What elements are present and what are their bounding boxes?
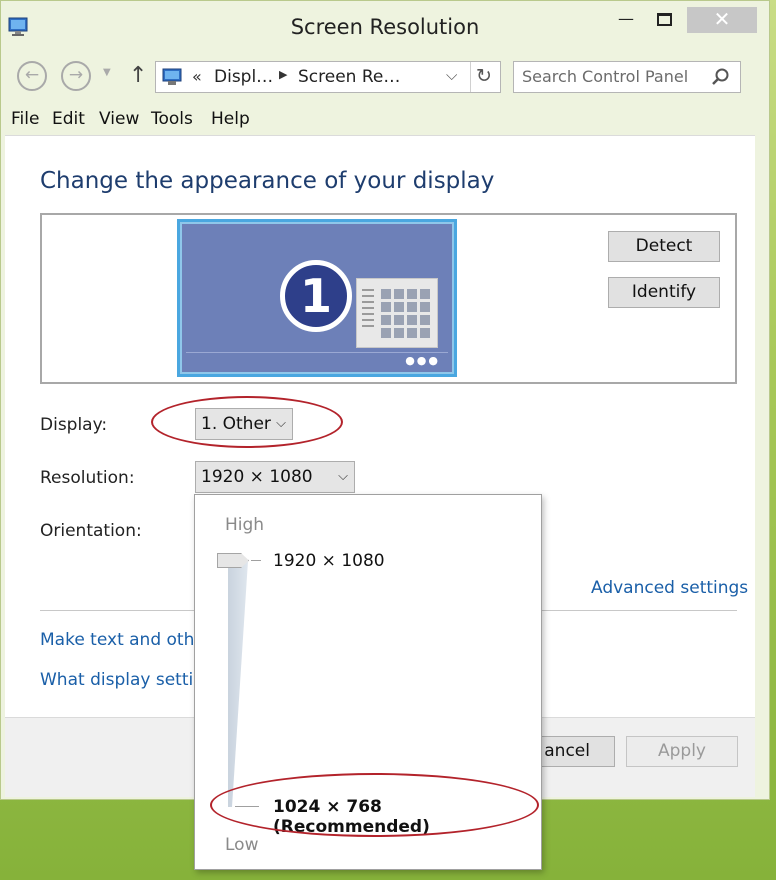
- menu-help[interactable]: Help: [211, 109, 250, 129]
- address-bar[interactable]: « Displ… ▶ Screen Re… ⌵ ↻: [155, 61, 501, 93]
- minimize-icon: —: [618, 9, 634, 28]
- display-settings-help-link[interactable]: What display setting: [40, 670, 215, 690]
- close-icon: ✕: [713, 7, 731, 31]
- resolution-slider-track[interactable]: [228, 561, 248, 807]
- chevron-down-icon: ⌵: [276, 416, 286, 431]
- slider-tick-bottom: [235, 806, 259, 807]
- menu-tools[interactable]: Tools: [151, 109, 193, 129]
- refresh-icon[interactable]: ↻: [476, 65, 492, 87]
- menu-file[interactable]: File: [11, 109, 39, 129]
- menu-bar: File Edit View Tools Help: [1, 105, 769, 135]
- menu-edit[interactable]: Edit: [52, 109, 85, 129]
- breadcrumb-display[interactable]: Displ…: [214, 67, 273, 87]
- address-divider: [470, 62, 471, 92]
- cancel-button-label: ancel: [544, 741, 590, 761]
- search-box[interactable]: [513, 61, 741, 93]
- up-arrow-icon[interactable]: ↑: [129, 63, 147, 88]
- breadcrumb-separator-icon: ▶: [279, 68, 288, 81]
- slider-high-label: High: [225, 515, 265, 535]
- display-select[interactable]: 1. Other ⌵: [195, 408, 293, 440]
- identify-button[interactable]: Identify: [608, 277, 720, 308]
- forward-icon: →: [68, 65, 84, 85]
- display-label: Display:: [40, 415, 108, 435]
- app-window-icon: [356, 278, 438, 348]
- breadcrumb-overflow[interactable]: «: [192, 67, 202, 86]
- slider-low-label: Low: [225, 835, 259, 855]
- title-bar: Screen Resolution — ✕: [1, 1, 769, 53]
- page-title: Change the appearance of your display: [40, 168, 495, 194]
- breadcrumb-screen-resolution[interactable]: Screen Re…: [298, 67, 400, 87]
- chevron-down-icon: ⌵: [338, 469, 348, 484]
- apply-button[interactable]: Apply: [626, 736, 738, 767]
- resolution-dropdown-popup: High 1920 × 1080 1024 × 768 (Recommended…: [194, 494, 542, 870]
- advanced-settings-link[interactable]: Advanced settings: [591, 578, 748, 598]
- maximize-button[interactable]: [649, 7, 679, 33]
- text-size-link[interactable]: Make text and othe: [40, 630, 205, 650]
- monitor-preview[interactable]: 1 ●●●: [177, 219, 457, 377]
- recent-locations-chevron-icon[interactable]: ▼: [103, 67, 111, 78]
- back-button[interactable]: ←: [17, 61, 47, 91]
- control-panel-icon: [162, 68, 182, 85]
- resolution-option-recommended[interactable]: 1024 × 768 (Recommended): [273, 797, 541, 837]
- orientation-label: Orientation:: [40, 521, 142, 541]
- monitor-number-badge: 1: [280, 260, 352, 332]
- apply-button-label: Apply: [658, 741, 706, 761]
- close-button[interactable]: ✕: [687, 7, 757, 33]
- resolution-select-value: 1920 × 1080: [201, 467, 313, 487]
- maximize-icon: [656, 13, 672, 26]
- monitor-panel: 1 ●●● Detect Identify: [40, 213, 737, 384]
- resolution-select[interactable]: 1920 × 1080 ⌵: [195, 461, 355, 493]
- address-dropdown-chevron-icon[interactable]: ⌵: [446, 66, 457, 84]
- slider-tick-top: [251, 560, 261, 561]
- resolution-label: Resolution:: [40, 468, 135, 488]
- menu-view[interactable]: View: [99, 109, 139, 129]
- ellipsis-icon: ●●●: [405, 354, 440, 367]
- monitor-taskbar: ●●●: [186, 352, 448, 370]
- forward-button[interactable]: →: [61, 61, 91, 91]
- search-icon[interactable]: [710, 67, 730, 87]
- minimize-button[interactable]: —: [611, 7, 641, 33]
- detect-button[interactable]: Detect: [608, 231, 720, 262]
- resolution-option-top[interactable]: 1920 × 1080: [273, 551, 385, 571]
- back-icon: ←: [24, 65, 40, 85]
- search-input[interactable]: [522, 67, 702, 86]
- display-select-value: 1. Other: [201, 414, 271, 434]
- navigation-bar: ← → ▼ ↑ « Displ… ▶ Screen Re… ⌵ ↻: [1, 53, 769, 99]
